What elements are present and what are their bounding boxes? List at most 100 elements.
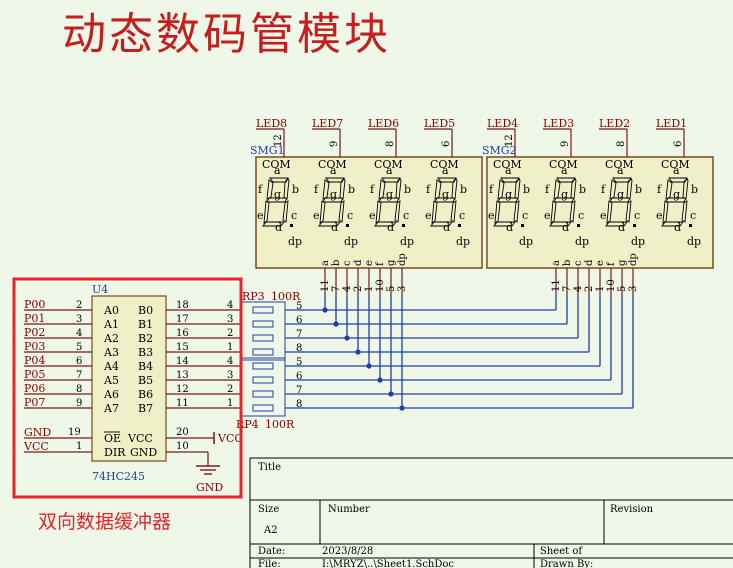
- seg-label-d: d: [562, 221, 569, 234]
- resistor-pin-left: 2: [227, 384, 233, 395]
- segment-pin-number: 11: [551, 279, 562, 292]
- smg1-digit-3: LED6 8: [368, 117, 399, 157]
- segment-a: [437, 177, 457, 183]
- com-pin-number: 8: [385, 141, 396, 147]
- file-value: I:\MRYZ\..\Sheet1.SchDoc: [322, 559, 454, 568]
- pin-name: B5: [138, 374, 153, 387]
- segment-pin-name: c: [573, 260, 584, 266]
- net-label: P07: [24, 396, 45, 409]
- seg-label-e: e: [600, 209, 607, 222]
- resistor-row: 18: [227, 398, 302, 412]
- segment-pin-number: 10: [375, 279, 386, 292]
- resistor-pin-right: 7: [296, 385, 302, 396]
- resistor-element: [252, 334, 274, 342]
- sheet-label: Sheet of: [540, 546, 583, 557]
- seg-label-a: a: [561, 164, 568, 177]
- size-label: Size: [258, 504, 279, 515]
- net-label: P03: [24, 340, 45, 353]
- seg-label-g: g: [274, 188, 281, 201]
- pin-number: 5: [76, 342, 82, 353]
- segment-pin-number: 5: [386, 286, 397, 292]
- pin-number: 7: [76, 370, 82, 381]
- seg-label-g: g: [561, 188, 568, 201]
- revision-label: Revision: [610, 504, 654, 515]
- segment-pin-number: 7: [331, 286, 342, 292]
- segment-pin-number: 2: [353, 286, 364, 292]
- smg2-digit-3: LED2 8: [599, 117, 630, 157]
- rp4-value: 100R: [265, 418, 295, 431]
- seg-label-e: e: [257, 209, 264, 222]
- seg-label-b: b: [635, 183, 642, 196]
- pin-name: B0: [138, 304, 153, 317]
- pin-number: 9: [76, 398, 82, 409]
- pin-number: 4: [76, 328, 82, 339]
- seg-label-c: c: [578, 209, 584, 222]
- resistor-pin-right: 5: [296, 357, 302, 368]
- resistor-element: [252, 320, 274, 328]
- bus-wire: [285, 296, 557, 313]
- seg-label-e: e: [369, 209, 376, 222]
- com-pin-number: 9: [329, 141, 340, 147]
- bus-wire: [285, 296, 601, 369]
- pin-number: 15: [176, 342, 189, 353]
- resistor-row: 36: [227, 370, 302, 384]
- u4-part: 74HC245: [92, 470, 145, 483]
- seg-label-b: b: [523, 183, 530, 196]
- pin-name-dir: DIR: [104, 446, 126, 459]
- seg-label-b: b: [460, 183, 467, 196]
- segment-pin-name: dp: [628, 253, 639, 266]
- resistor-row: 27: [227, 328, 302, 342]
- seg-label-b: b: [404, 183, 411, 196]
- led-label: LED1: [656, 117, 687, 130]
- pin-number: 19: [68, 427, 81, 438]
- resistor-element: [252, 306, 274, 314]
- net-label: P05: [24, 368, 45, 381]
- net-label-gnd: GND: [24, 426, 51, 439]
- net-label: P01: [24, 312, 45, 325]
- size-value: A2: [263, 525, 278, 536]
- led-label: LED6: [368, 117, 399, 130]
- pin-number: 6: [76, 356, 82, 367]
- pin-number: 2: [76, 300, 82, 311]
- pin-number: 14: [176, 356, 189, 367]
- seg-label-d: d: [331, 221, 338, 234]
- seg-label-c: c: [403, 209, 409, 222]
- seg-label-b: b: [348, 183, 355, 196]
- rp3-ref: RP3: [242, 290, 265, 303]
- bus-wire: [285, 296, 579, 341]
- junction-dot: [388, 391, 394, 397]
- bus-wire: [285, 296, 590, 355]
- resistor-pin-left: 1: [227, 342, 233, 353]
- segment-pin-name: d: [584, 259, 595, 266]
- resistor-element: [252, 348, 274, 356]
- led-label: LED7: [312, 117, 343, 130]
- pin-name-gnd: GND: [130, 446, 157, 459]
- segment-pin: c4: [342, 260, 353, 296]
- segment-pin-number: 10: [606, 279, 617, 292]
- pin-number: 10: [176, 441, 189, 452]
- pin-name: A4: [103, 360, 119, 373]
- pin-number: 16: [176, 328, 189, 339]
- segment-pin: f10: [375, 261, 386, 296]
- seg-label-a: a: [386, 164, 393, 177]
- segment-a: [668, 177, 688, 183]
- seg-label-dp: dp: [519, 235, 533, 248]
- junction-dot: [333, 321, 339, 327]
- pin-name: B1: [138, 318, 153, 331]
- seg-label-e: e: [313, 209, 320, 222]
- seg-label-d: d: [674, 221, 681, 234]
- segment-dp: [577, 224, 580, 227]
- segment-pin-name: d: [353, 259, 364, 266]
- bus-wire: [285, 296, 568, 327]
- junction-dot: [355, 349, 361, 355]
- segment-bus-wires: [285, 296, 634, 411]
- resistor-row: 27: [227, 384, 302, 398]
- segment-a: [325, 177, 345, 183]
- pin-name-oe: OE: [104, 432, 121, 445]
- segment-dp: [633, 224, 636, 227]
- segment-dp: [346, 224, 349, 227]
- segment-pin: d2: [353, 259, 364, 296]
- smg2-digit-2: LED3 9: [543, 117, 574, 157]
- segment-pin: e1: [595, 260, 606, 296]
- pin-number: 13: [176, 370, 189, 381]
